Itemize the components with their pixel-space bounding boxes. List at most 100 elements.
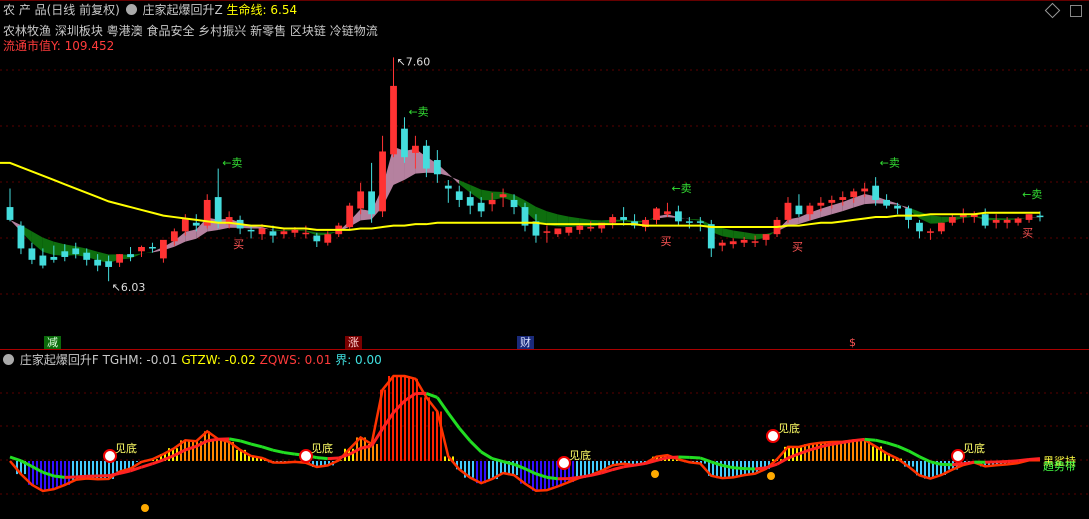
osc-signal-seg: [184, 444, 197, 452]
candle-body: [762, 234, 770, 240]
marker-cai: 财: [517, 336, 534, 349]
osc-signal-seg: [612, 465, 624, 472]
osc-signal-seg: [207, 437, 219, 443]
candle-body: [718, 242, 726, 246]
osc-signal-seg: [1007, 459, 1019, 463]
candle-body: [1003, 219, 1011, 223]
candle-body: [861, 188, 869, 192]
candle-body: [160, 239, 167, 259]
marker-s: $: [849, 336, 856, 349]
candle-body: [28, 248, 36, 260]
candle-body: [1025, 214, 1033, 220]
lifeline: [0, 161, 1040, 231]
osc-signal-seg: [261, 445, 274, 452]
gtzw-value: GTZW: -0.02: [181, 353, 256, 367]
candle-body: [105, 261, 113, 267]
osc-signal-seg: [108, 471, 120, 478]
band-segment: [689, 218, 701, 221]
band-segment: [930, 215, 942, 224]
osc-signal-seg: [458, 427, 472, 443]
candle-body: [1014, 218, 1022, 223]
osc-signal-seg: [436, 396, 450, 415]
osc-signal-seg: [469, 440, 483, 454]
candle-body: [214, 197, 222, 223]
osc-signal-seg: [721, 463, 734, 470]
candle-body: [313, 235, 321, 242]
candle-body: [916, 222, 923, 232]
buy-label: 买: [233, 238, 244, 251]
osc-signal-seg: [831, 440, 844, 446]
osc-signal-seg: [1028, 457, 1041, 462]
osc-signal-seg: [853, 437, 865, 443]
candle-body: [620, 217, 628, 220]
candle-body: [576, 225, 584, 230]
osc-signal-seg: [316, 456, 328, 461]
candle-body: [554, 228, 562, 235]
osc-signal-seg: [864, 437, 876, 442]
candle-body: [192, 222, 200, 226]
candle-body: [543, 231, 551, 233]
osc-signal-seg: [480, 450, 493, 460]
osc-signal-seg: [886, 441, 898, 448]
osc-signal-seg: [579, 473, 591, 479]
tghm-value: TGHM: -0.01: [102, 353, 178, 367]
sub-indicator-name[interactable]: 庄家起爆回升F: [20, 353, 99, 367]
bottom-signal-label: 见底: [963, 441, 985, 455]
osc-signal-seg: [513, 462, 526, 471]
right-label-b: 趋势带: [1043, 460, 1076, 473]
candle-body: [247, 229, 255, 232]
candle-body: [806, 205, 814, 215]
osc-signal-seg: [546, 475, 559, 481]
osc-signal-seg: [239, 439, 252, 446]
osc-signal-seg: [524, 467, 537, 476]
candle-body: [466, 197, 474, 206]
marker-zhang: 涨: [345, 336, 362, 349]
candle-body: [6, 207, 14, 220]
candle-body: [477, 202, 485, 212]
band-segment: [42, 237, 54, 256]
sell-label: ←卖: [222, 157, 242, 170]
osc-signal-seg: [963, 460, 975, 466]
candle-body: [894, 205, 901, 209]
candle-body: [170, 231, 178, 242]
band-segment: [448, 173, 460, 185]
candle-body: [127, 254, 134, 257]
sub-menu-icon[interactable]: [3, 354, 14, 365]
osc-signal-seg: [348, 446, 362, 456]
candle-body: [50, 256, 58, 260]
osc-signal-seg: [667, 455, 679, 460]
candle-body: [1036, 215, 1044, 218]
candle-body: [948, 217, 956, 223]
coin-icon: [767, 472, 775, 480]
candle-body: [729, 241, 737, 245]
osc-signal-seg: [568, 475, 580, 481]
band-segment: [272, 229, 284, 231]
jie-value: 界: 0.00: [335, 353, 382, 367]
osc-signal-seg: [9, 455, 22, 463]
osc-signal-seg: [896, 444, 910, 453]
candle-body: [675, 211, 682, 222]
candle-body: [839, 197, 847, 200]
buy-label: 买: [1022, 226, 1033, 239]
bottom-signal-label: 见底: [311, 441, 333, 455]
panel-divider: [0, 349, 1089, 350]
candle-body: [412, 145, 419, 153]
candle-body: [937, 222, 945, 232]
candle-body: [444, 185, 452, 189]
osc-signal-seg: [141, 462, 153, 469]
candle-body: [390, 85, 397, 155]
candle-body: [696, 221, 704, 223]
sell-label: ←卖: [1022, 188, 1042, 201]
candle-body: [499, 194, 507, 198]
band-segment: [141, 251, 153, 254]
lifeline-layer: [0, 161, 1040, 231]
band-segment: [733, 230, 745, 239]
candle-body: [258, 228, 266, 235]
candle-body: [740, 239, 748, 243]
band-segment: [831, 201, 843, 215]
osc-signal-seg: [283, 451, 296, 456]
osc-signal-seg: [1017, 458, 1030, 463]
candle-body: [368, 191, 375, 215]
candle-body: [992, 219, 1000, 223]
osc-signal-seg: [53, 474, 65, 479]
